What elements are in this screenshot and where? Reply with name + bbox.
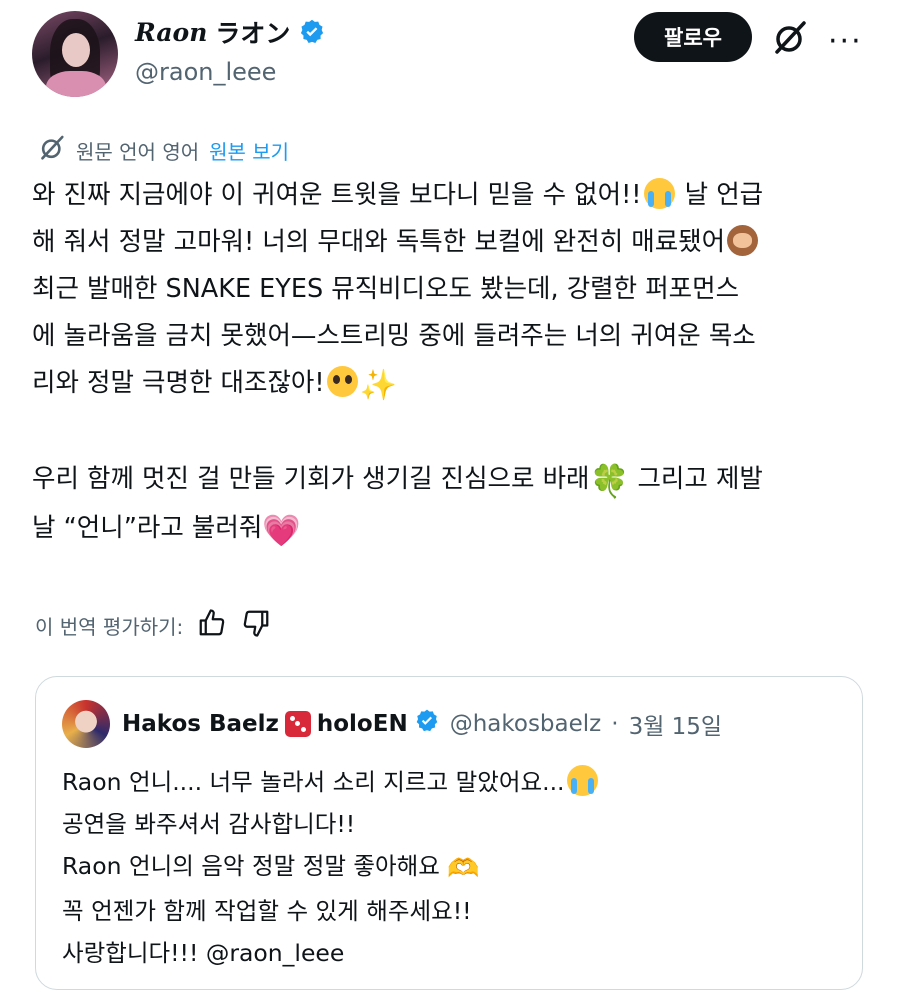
quoted-tweet-date: 3월 15일 [628, 714, 723, 740]
verified-badge-icon [414, 708, 440, 740]
author-handle[interactable]: @raon_leee [135, 58, 276, 86]
quoted-author-name[interactable]: Hakos Baelz [122, 711, 279, 737]
rate-translation: 이 번역 평가하기: [35, 608, 271, 643]
four-leaf-clover-icon: 🍀 [589, 462, 630, 500]
verified-badge-icon [298, 18, 326, 46]
quoted-tweet-header: Hakos Baelz holoEN @hakosbaelz · 3월 15일 [122, 707, 722, 741]
quoted-line: 공연을 봐주셔서 감사합니다!! [62, 810, 356, 838]
sparkles-icon: ✨ [359, 368, 397, 403]
tweet-text: 와 진짜 지금에야 이 귀여운 트윗을 보다니 믿을 수 없어!! 날 언급 해… [32, 172, 882, 555]
translation-notice: 원문 언어 영어 원본 보기 [38, 134, 289, 167]
quoted-author-handle: @hakosbaelz [449, 711, 602, 737]
thumbs-down-icon[interactable] [241, 608, 271, 643]
quoted-line: Raon 언니.... 너무 놀라서 소리 지르고 말았어요... [62, 761, 600, 803]
follow-button[interactable]: 팔로우 [634, 12, 752, 62]
quoted-line: 사랑합니다!!! @raon_leee [62, 939, 345, 967]
tweet-line: 리와 정말 극명한 대조잖아! ✨ [32, 366, 397, 403]
tweet-line: 우리 함께 멋진 걸 만들 기회가 생기길 진심으로 바래🍀 그리고 제발 [32, 462, 763, 500]
loudly-crying-face-icon [566, 765, 598, 796]
avatar-face [62, 33, 90, 67]
show-original-link[interactable]: 원본 보기 [209, 136, 289, 165]
quoted-author-avatar[interactable] [62, 700, 110, 748]
quoted-author-name-suffix[interactable]: holoEN [317, 711, 408, 737]
author-name-korean[interactable]: ラオン [215, 14, 290, 50]
author-avatar[interactable] [32, 11, 118, 97]
meta-separator: · [611, 711, 619, 737]
author-name-row[interactable]: Raon ラオン [135, 14, 326, 50]
growing-heart-icon: 💗 [262, 513, 301, 549]
game-die-icon [284, 711, 311, 737]
tweet-line: 해 줘서 정말 고마워! 너의 무대와 독특한 보컬에 완전히 매료됐어 [32, 219, 882, 266]
tweet-line: 와 진짜 지금에야 이 귀여운 트윗을 보다니 믿을 수 없어!! 날 언급 [32, 178, 764, 210]
see-no-evil-monkey-icon [727, 225, 759, 256]
grok-icon[interactable] [771, 19, 809, 61]
more-options-icon[interactable]: ··· [828, 24, 863, 59]
pleading-face-icon [326, 366, 358, 397]
thumbs-up-icon[interactable] [197, 608, 227, 643]
author-name[interactable]: Raon [135, 18, 207, 47]
heart-hands-icon: 🫶 [447, 854, 480, 884]
quoted-tweet-text: Raon 언니.... 너무 놀라서 소리 지르고 말았어요... 공연을 봐주… [62, 761, 600, 974]
avatar-body [46, 71, 106, 97]
rate-translation-label: 이 번역 평가하기: [35, 615, 184, 639]
tweet-line: 최근 발매한 SNAKE EYES 뮤직비디오도 봤는데, 강렬한 퍼포먼스 [32, 274, 740, 304]
tweet-line: 날 “언니”라고 불러줘💗 [32, 513, 301, 549]
quoted-line: 꼭 언젠가 함께 작업할 수 있게 해주세요!! [62, 897, 472, 925]
tweet-line: 에 놀라움을 금치 못했어—스트리밍 중에 들려주는 너의 귀여운 목소 [32, 321, 756, 351]
grok-translate-icon [38, 134, 66, 167]
translation-source-language: 원문 언어 영어 [76, 140, 200, 164]
quoted-line: Raon 언니의 음악 정말 정말 좋아해요 🫶 [62, 852, 480, 884]
quoted-tweet-card[interactable]: Hakos Baelz holoEN @hakosbaelz · 3월 15일 … [35, 676, 863, 990]
loudly-crying-face-icon [643, 178, 675, 209]
